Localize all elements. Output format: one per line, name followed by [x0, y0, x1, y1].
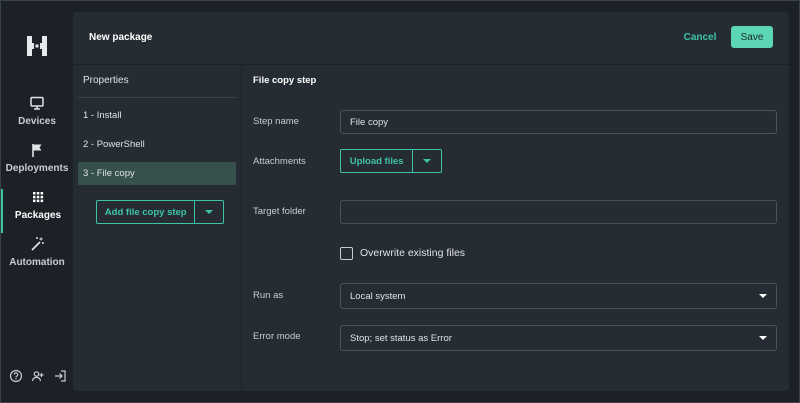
page-title: New package — [89, 32, 153, 43]
step-label: 3 - File copy — [83, 168, 135, 179]
step-name-label: Step name — [253, 116, 299, 127]
run-as-label: Run as — [253, 290, 284, 301]
attachments-label: Attachments — [253, 156, 306, 167]
cancel-button[interactable]: Cancel — [680, 26, 720, 48]
section-title: File copy step — [253, 75, 317, 86]
upload-files-label: Upload files — [349, 155, 404, 167]
add-step-label: Add file copy step — [104, 206, 187, 218]
help-icon[interactable] — [9, 369, 23, 383]
chevron-down-icon — [759, 294, 767, 298]
error-mode-label: Error mode — [253, 331, 301, 342]
chevron-down-icon — [423, 159, 432, 163]
error-mode-select[interactable]: Stop; set status as Error — [340, 325, 777, 351]
nav-label: Packages — [14, 210, 62, 221]
step-label: 1 - Install — [83, 110, 122, 121]
monitor-icon — [30, 96, 44, 110]
flag-icon — [32, 144, 42, 157]
step-name-input[interactable] — [340, 110, 777, 134]
nav-label: Automation — [9, 257, 65, 268]
run-as-select[interactable]: Local system — [340, 283, 777, 309]
target-folder-input[interactable] — [340, 200, 777, 224]
target-folder-label: Target folder — [253, 206, 306, 217]
add-step-dropdown-button[interactable] — [195, 201, 223, 223]
header-divider — [73, 64, 789, 65]
step-item-install[interactable]: 1 - Install — [78, 104, 236, 127]
logout-icon[interactable] — [53, 369, 67, 383]
column-divider — [241, 65, 242, 391]
chevron-down-icon — [759, 336, 767, 340]
add-step-split-button: Add file copy step — [96, 200, 224, 224]
step-label: 2 - PowerShell — [83, 139, 145, 150]
nav-item-automation[interactable]: Automation — [1, 236, 73, 280]
properties-divider — [78, 97, 237, 98]
nav-label: Deployments — [5, 163, 69, 174]
nav-label: Devices — [18, 116, 56, 127]
app-logo-icon[interactable] — [25, 34, 49, 58]
add-step-button[interactable]: Add file copy step — [97, 201, 196, 223]
chevron-down-icon — [205, 210, 214, 214]
overwrite-checkbox[interactable] — [340, 247, 353, 260]
overwrite-label[interactable]: Overwrite existing files — [360, 247, 465, 259]
add-user-icon[interactable] — [31, 369, 45, 383]
nav-item-deployments[interactable]: Deployments — [1, 142, 73, 186]
nav-item-packages[interactable]: Packages — [1, 189, 73, 233]
grid-icon — [33, 192, 44, 203]
error-mode-value: Stop; set status as Error — [350, 332, 452, 344]
upload-files-button[interactable]: Upload files — [341, 150, 414, 172]
upload-dropdown-button[interactable] — [413, 150, 441, 172]
nav-rail: Devices Deployments Packages Automation — [1, 1, 73, 402]
properties-title: Properties — [83, 75, 129, 86]
package-editor-panel: New package Cancel Save Properties 1 - I… — [73, 12, 789, 391]
nav-item-devices[interactable]: Devices — [1, 95, 73, 139]
step-item-powershell[interactable]: 2 - PowerShell — [78, 133, 236, 156]
upload-split-button: Upload files — [340, 149, 442, 173]
magic-wand-icon — [31, 237, 44, 251]
step-item-file-copy[interactable]: 3 - File copy — [78, 162, 236, 185]
save-button[interactable]: Save — [731, 26, 773, 48]
run-as-value: Local system — [350, 290, 406, 302]
